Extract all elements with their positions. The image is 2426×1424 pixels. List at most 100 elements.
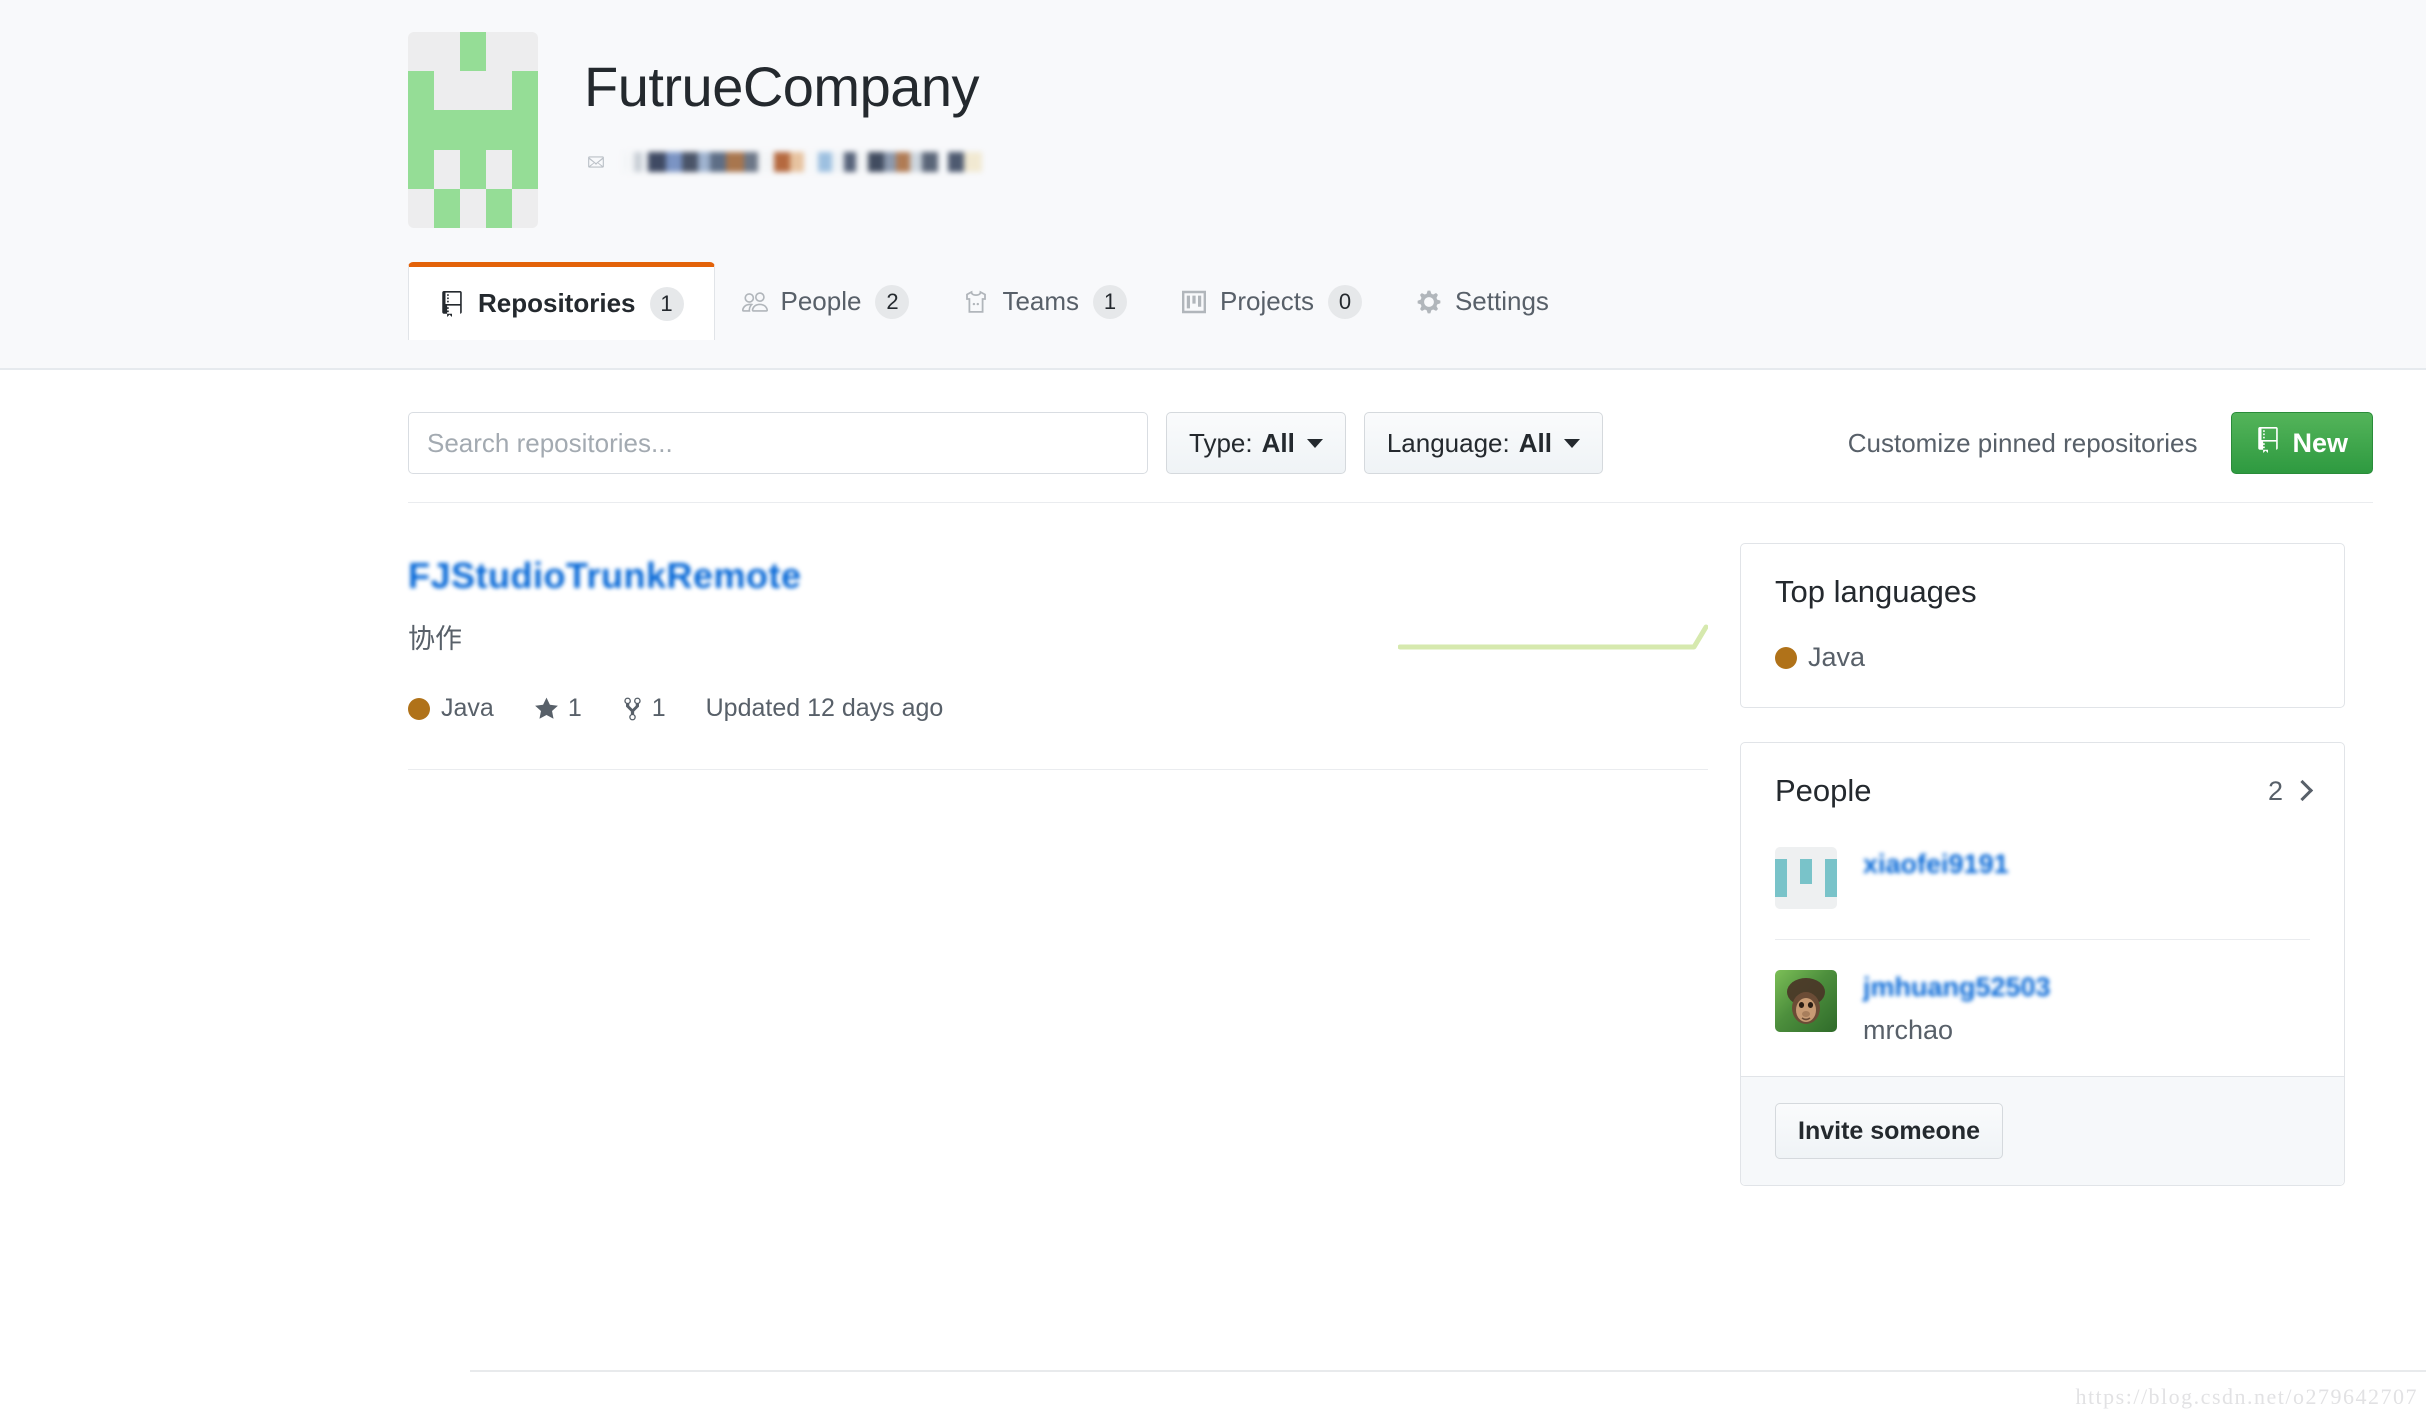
customize-pinned-repositories-link[interactable]: Customize pinned repositories [1848, 428, 2198, 459]
identicon-cell [1812, 847, 1824, 859]
chevron-right-icon [2291, 779, 2314, 801]
people-card: People 2 xiaofei9191 jmhuang52503 mrchao… [1740, 742, 2345, 1186]
repository-sparkline [1398, 624, 1708, 650]
people-card-footer: Invite someone [1741, 1076, 2344, 1185]
avatar[interactable] [1775, 847, 1837, 909]
identicon-cell [460, 110, 486, 150]
member-login-link[interactable]: xiaofei9191 [1863, 849, 2009, 880]
list-item: xiaofei9191 [1775, 817, 2310, 940]
identicon-cell [434, 188, 460, 228]
identicon-cell [1824, 871, 1837, 885]
identicon-cell [460, 189, 486, 228]
new-repository-button[interactable]: New [2231, 412, 2373, 474]
repository-forks[interactable]: 1 [622, 694, 666, 723]
identicon-cell [1824, 859, 1837, 872]
identicon-cell [460, 149, 486, 189]
avatar[interactable] [1775, 970, 1837, 1032]
tab-label: Settings [1454, 286, 1549, 316]
top-language-item[interactable]: Java [1775, 642, 2310, 673]
identicon-cell [1775, 884, 1788, 897]
language-name: Java [441, 694, 494, 722]
repository-name-link[interactable]: FJStudioTrunkRemote [408, 555, 802, 597]
tab-repositories[interactable]: Repositories 1 [408, 262, 715, 340]
identicon-cell [486, 71, 512, 110]
identicon-cell [512, 71, 538, 111]
people-member-list: xiaofei9191 jmhuang52503 mrchao [1741, 817, 2344, 1076]
identicon-cell [512, 32, 538, 71]
identicon-cell [1787, 897, 1799, 909]
language-filter-dropdown[interactable]: Language: All [1363, 412, 1603, 474]
tab-label: People [780, 286, 862, 316]
new-repository-label: New [2292, 427, 2348, 458]
identicon-cell [1812, 884, 1824, 896]
identicon-cell [1787, 872, 1799, 884]
search-input[interactable] [408, 412, 1148, 474]
top-languages-title: Top languages [1775, 574, 1977, 609]
repository-stars[interactable]: 1 [534, 694, 582, 723]
identicon-cell [408, 71, 434, 111]
language-name: Java [1808, 642, 1866, 672]
identicon-cell [408, 189, 434, 228]
identicon-cell [434, 150, 460, 189]
fork-count: 1 [651, 694, 666, 722]
repository-list: FJStudioTrunkRemote 协作 Java 1 1 Updated … [408, 543, 1708, 770]
identicon-cell [512, 110, 538, 150]
mail-icon [584, 153, 608, 171]
repository-updated: Updated 12 days ago [706, 694, 944, 723]
identicon-cell [460, 32, 486, 72]
identicon-cell [434, 71, 460, 110]
identicon-cell [1825, 847, 1837, 859]
identicon-cell [1800, 897, 1812, 909]
tab-label: Repositories [478, 288, 636, 318]
invite-someone-button[interactable]: Invite someone [1775, 1103, 2003, 1159]
identicon-cell [1812, 859, 1824, 871]
footer-divider [470, 1370, 2426, 1372]
identicon-cell [408, 149, 434, 189]
tab-settings[interactable]: Settings [1389, 264, 1576, 338]
watermark: https://blog.csdn.net/o279642707 [2075, 1384, 2418, 1409]
member-display-name: mrchao [1863, 1015, 1954, 1045]
org-tab-nav: Repositories 1 People 2 Teams 1 Projects… [408, 262, 2198, 340]
people-count-link[interactable]: 2 [2268, 776, 2314, 807]
people-icon [741, 289, 768, 315]
identicon-cell [1825, 897, 1837, 909]
identicon-cell [1824, 884, 1837, 897]
member-login-link[interactable]: jmhuang52503 [1863, 972, 2051, 1003]
identicon-cell [486, 150, 512, 189]
tab-counter: 2 [875, 284, 910, 319]
identicon-cell [434, 32, 460, 71]
identicon-cell [1775, 859, 1788, 872]
identicon-cell [1775, 847, 1787, 859]
identicon-cell [512, 189, 538, 228]
identicon-cell [486, 32, 512, 71]
tab-label: Teams [1002, 286, 1080, 316]
fork-icon [622, 696, 643, 722]
identicon-cell [1787, 847, 1799, 859]
tab-teams[interactable]: Teams 1 [936, 264, 1154, 338]
identicon-cell [1812, 897, 1824, 909]
chevron-down-icon [1306, 438, 1323, 448]
chevron-down-icon [1563, 438, 1580, 448]
repository-language: Java [408, 694, 494, 723]
identicon-cell [512, 149, 538, 189]
identicon-cell [486, 188, 512, 228]
tab-projects[interactable]: Projects 0 [1154, 264, 1389, 338]
type-filter-label: Type: [1189, 427, 1253, 458]
repo-icon [2256, 426, 2280, 460]
tab-counter: 1 [1093, 284, 1128, 319]
type-filter-dropdown[interactable]: Type: All [1166, 412, 1346, 474]
language-filter-value: All [1518, 427, 1552, 458]
identicon-cell [1812, 872, 1824, 884]
identicon-cell [1787, 859, 1799, 871]
tab-label: Projects [1220, 286, 1314, 316]
tab-counter: 1 [649, 286, 684, 321]
org-email-row [584, 149, 982, 175]
top-languages-card: Top languages Java [1740, 543, 2345, 708]
identicon-cell [1775, 897, 1787, 909]
identicon-cell [1800, 847, 1812, 859]
identicon-cell [460, 71, 486, 110]
type-filter-value: All [1261, 427, 1295, 458]
tab-people[interactable]: People 2 [715, 264, 937, 338]
identicon-cell [1799, 859, 1813, 872]
star-count: 1 [567, 694, 582, 722]
